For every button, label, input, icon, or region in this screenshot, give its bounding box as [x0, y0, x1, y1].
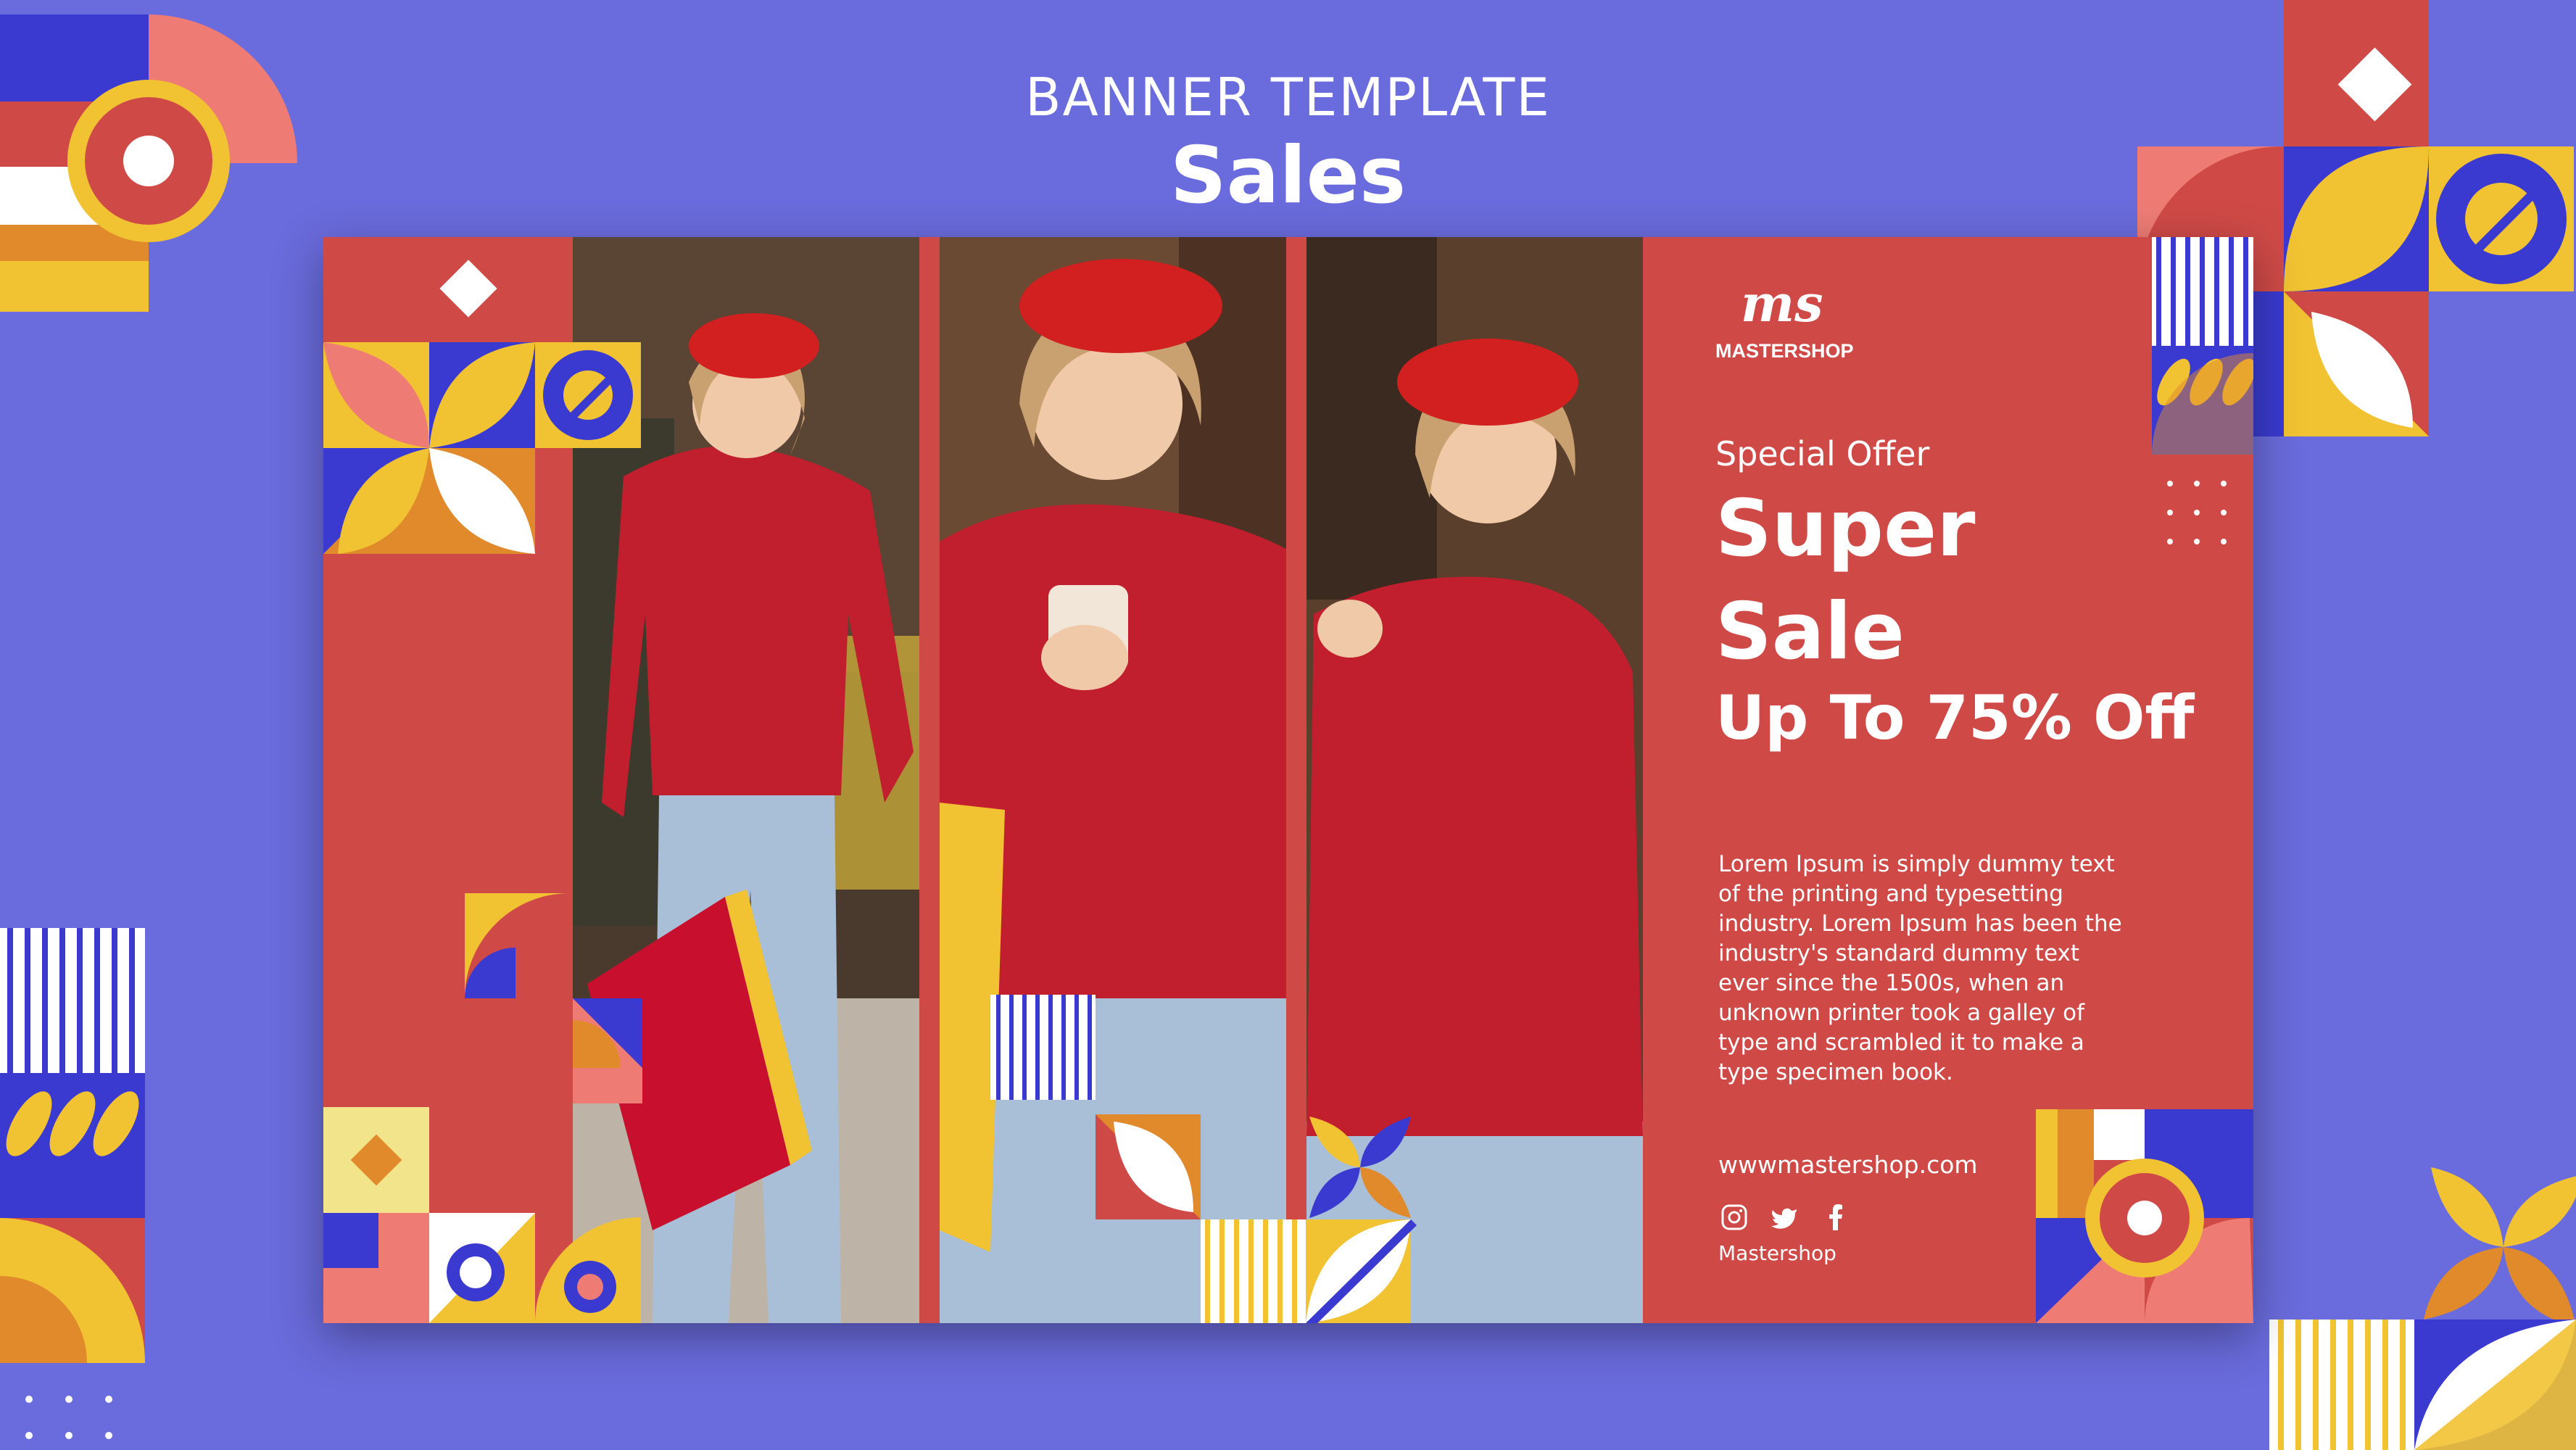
decor-top-left	[0, 14, 297, 312]
website-link[interactable]: wwwmastershop.com	[1718, 1151, 1978, 1179]
special-offer-label: Special Offer	[1715, 434, 1930, 473]
facebook-icon[interactable]	[1820, 1201, 1852, 1233]
sale-banner: ms MASTERSHOP Special Offer Super Sale U…	[323, 237, 2253, 1323]
body-text: Lorem Ipsum is simply dummy text of the …	[1718, 851, 2122, 1085]
geometric-pattern-right	[2036, 237, 2253, 1323]
instagram-icon[interactable]	[1718, 1201, 1750, 1233]
headline-line-1: Super	[1715, 484, 1976, 574]
twitter-icon[interactable]	[1769, 1201, 1801, 1233]
headline: Super Sale	[1715, 478, 2005, 684]
decor-bottom-right	[2269, 1167, 2576, 1450]
geometric-pattern-middle	[990, 995, 1417, 1323]
headline-line-2: Sale	[1715, 587, 1905, 677]
decor-bottom-left	[0, 928, 145, 1439]
geometric-pattern-left	[323, 260, 642, 1323]
discount-label: Up To 75% Off	[1715, 682, 2195, 753]
mastershop-logo-name: MASTERSHOP	[1715, 340, 1854, 362]
mastershop-logo-mark: ms	[1741, 273, 1823, 334]
brand-name: Mastershop	[1718, 1241, 1836, 1265]
